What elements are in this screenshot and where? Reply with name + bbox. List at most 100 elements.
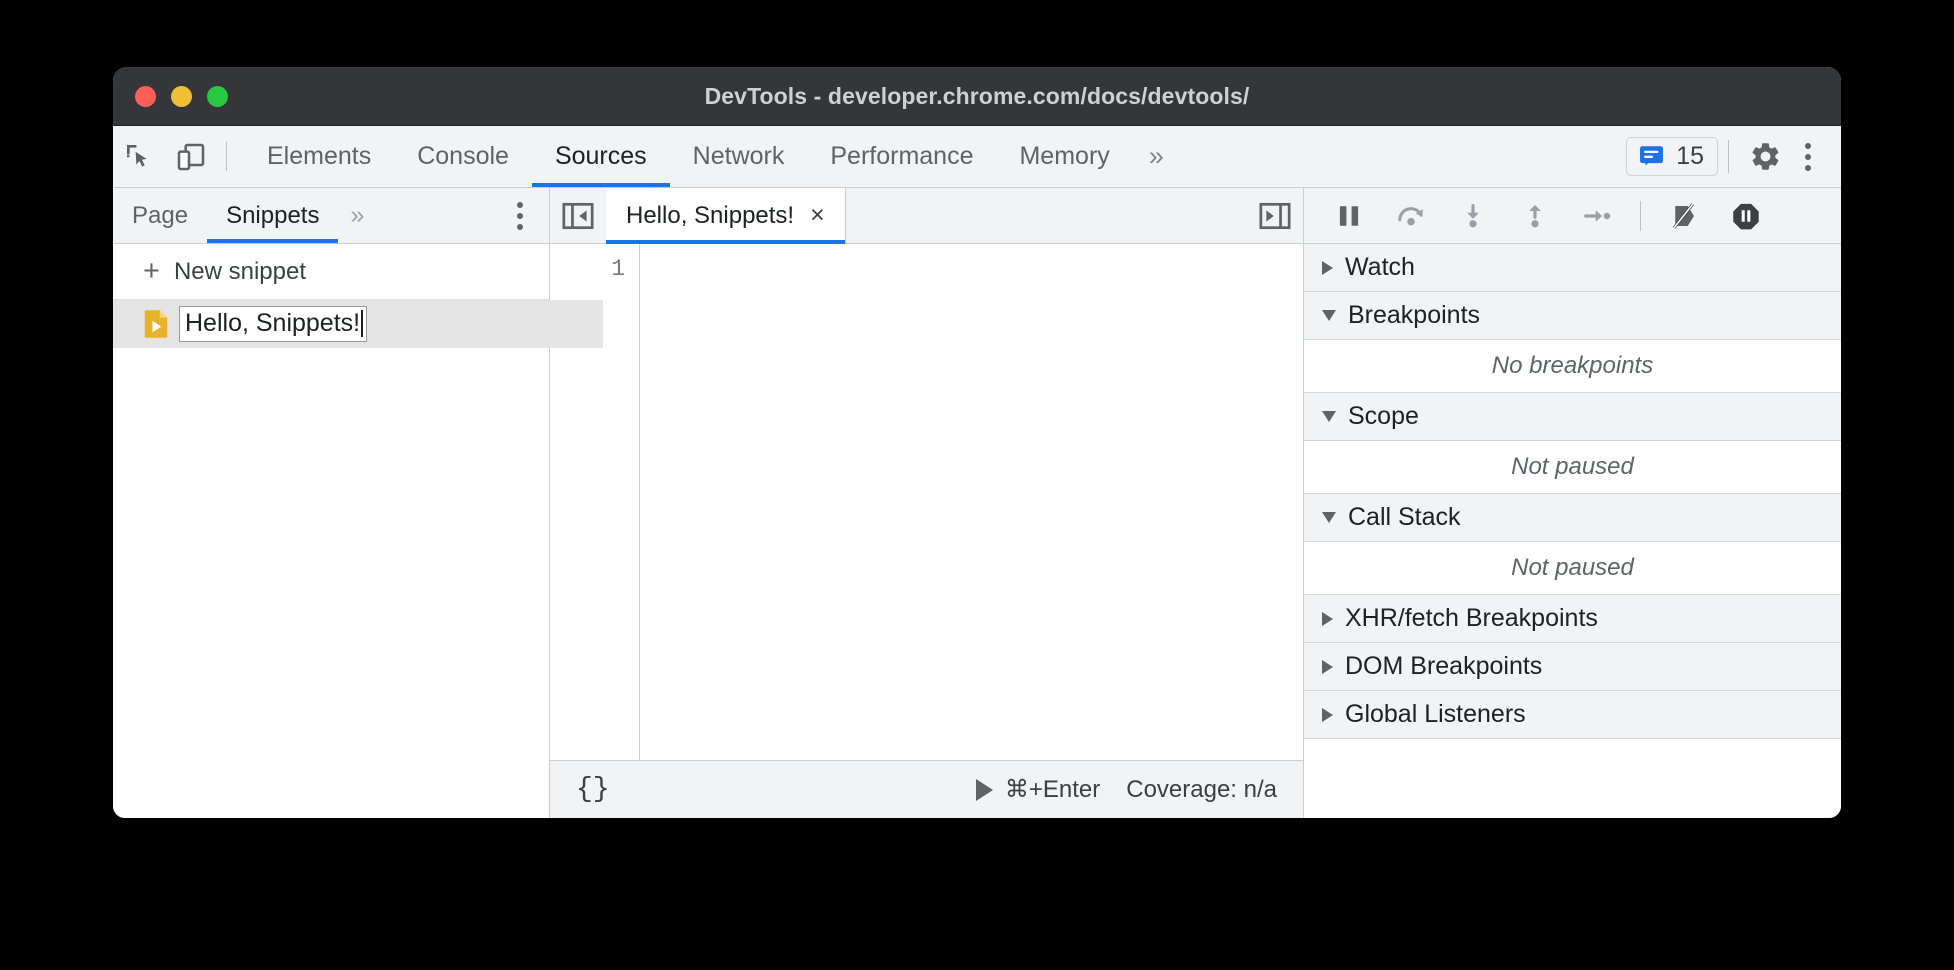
- navigator-tab-snippets-label: Snippets: [226, 202, 319, 230]
- section-scope-label: Scope: [1348, 402, 1419, 431]
- chevron-down-icon: [1322, 310, 1336, 321]
- navigator-tab-page[interactable]: Page: [113, 188, 207, 243]
- traffic-lights: [135, 86, 228, 107]
- play-icon: [976, 779, 993, 801]
- section-dom-breakpoints[interactable]: DOM Breakpoints: [1304, 643, 1841, 691]
- more-tabs-label: »: [1149, 141, 1164, 172]
- navigator-menu-group: [503, 188, 549, 243]
- debugger-toolbar-divider: [1640, 201, 1641, 231]
- three-dot-vertical-icon[interactable]: [503, 202, 537, 230]
- tab-network[interactable]: Network: [670, 126, 808, 187]
- window-title: DevTools - developer.chrome.com/docs/dev…: [113, 83, 1841, 110]
- close-window-button[interactable]: [135, 86, 156, 107]
- step-into-icon[interactable]: [1446, 189, 1500, 243]
- step-out-icon[interactable]: [1508, 189, 1562, 243]
- navigator-tab-page-label: Page: [132, 202, 188, 230]
- inspect-cursor-icon[interactable]: [113, 126, 165, 187]
- section-call-stack[interactable]: Call Stack: [1304, 494, 1841, 542]
- toolbar-divider: [226, 142, 227, 171]
- tab-console-label: Console: [417, 142, 509, 171]
- breakpoints-empty-message: No breakpoints: [1304, 340, 1841, 393]
- sources-editor-pane: Hello, Snippets! × 1: [550, 188, 1304, 818]
- code-editor[interactable]: 1: [550, 244, 1303, 760]
- section-watch-label: Watch: [1345, 253, 1415, 282]
- show-navigator-icon[interactable]: [550, 188, 606, 243]
- statusbar-right-group: ⌘+Enter Coverage: n/a: [976, 775, 1277, 804]
- three-dot-vertical-icon[interactable]: [1791, 143, 1825, 171]
- navigator-tab-snippets[interactable]: Snippets: [207, 188, 338, 243]
- step-icon[interactable]: [1570, 189, 1624, 243]
- toolbar-right-divider: [1728, 140, 1729, 173]
- devtools-body: Page Snippets » + New snippet: [113, 188, 1841, 818]
- debugger-sidebar: Watch Breakpoints No breakpoints Scope N…: [1304, 188, 1841, 818]
- close-icon[interactable]: ×: [810, 203, 825, 228]
- section-breakpoints-label: Breakpoints: [1348, 301, 1480, 330]
- devtools-main-toolbar: Elements Console Sources Network Perform…: [113, 126, 1841, 188]
- new-snippet-button[interactable]: + New snippet: [113, 244, 549, 300]
- tab-elements-label: Elements: [267, 142, 371, 171]
- line-number: 1: [550, 256, 625, 282]
- section-dom-breakpoints-label: DOM Breakpoints: [1345, 652, 1542, 681]
- section-xhr-fetch-breakpoints-label: XHR/fetch Breakpoints: [1345, 604, 1598, 633]
- tab-sources[interactable]: Sources: [532, 126, 670, 187]
- window-titlebar: DevTools - developer.chrome.com/docs/dev…: [113, 67, 1841, 126]
- run-shortcut-label: ⌘+Enter: [1005, 775, 1100, 804]
- issues-badge[interactable]: 15: [1626, 137, 1718, 176]
- navigator-tabbar: Page Snippets »: [113, 188, 549, 244]
- tab-elements[interactable]: Elements: [244, 126, 394, 187]
- debugger-toolbar: [1304, 188, 1841, 244]
- run-snippet-button[interactable]: ⌘+Enter: [976, 775, 1100, 804]
- navigator-more-tabs-label: »: [350, 201, 364, 230]
- editor-statusbar: {} ⌘+Enter Coverage: n/a: [550, 760, 1303, 818]
- more-tabs-chevron-icon[interactable]: »: [1133, 126, 1180, 187]
- pause-icon[interactable]: [1322, 189, 1376, 243]
- section-call-stack-label: Call Stack: [1348, 503, 1461, 532]
- editor-tabbar-spacer: [846, 188, 1247, 243]
- snippet-rename-input[interactable]: Hello, Snippets!: [179, 306, 367, 342]
- step-over-icon[interactable]: [1384, 189, 1438, 243]
- tab-memory-label: Memory: [1019, 142, 1109, 171]
- section-breakpoints[interactable]: Breakpoints: [1304, 292, 1841, 340]
- show-debugger-icon[interactable]: [1247, 188, 1303, 243]
- editor-tab-hello-snippets[interactable]: Hello, Snippets! ×: [606, 188, 846, 243]
- chevron-right-icon: [1322, 708, 1333, 722]
- tab-sources-label: Sources: [555, 142, 647, 171]
- deactivate-breakpoints-icon[interactable]: [1657, 189, 1711, 243]
- section-watch[interactable]: Watch: [1304, 244, 1841, 292]
- snippet-script-icon: [143, 309, 169, 339]
- pause-on-exceptions-icon[interactable]: [1719, 189, 1773, 243]
- section-scope[interactable]: Scope: [1304, 393, 1841, 441]
- chevron-down-icon: [1322, 512, 1336, 523]
- devtools-window: DevTools - developer.chrome.com/docs/dev…: [113, 67, 1841, 818]
- debugger-sections: Watch Breakpoints No breakpoints Scope N…: [1304, 244, 1841, 818]
- tab-memory[interactable]: Memory: [996, 126, 1132, 187]
- section-global-listeners-label: Global Listeners: [1345, 700, 1526, 729]
- device-toolbar-icon[interactable]: [165, 126, 217, 187]
- panel-tab-list: Elements Console Sources Network Perform…: [244, 126, 1180, 187]
- navigator-more-tabs-chevron-icon[interactable]: »: [338, 188, 376, 243]
- editor-tabbar: Hello, Snippets! ×: [550, 188, 1303, 244]
- pretty-print-button[interactable]: {}: [576, 774, 610, 805]
- call-stack-empty-message: Not paused: [1304, 542, 1841, 595]
- tab-performance-label: Performance: [830, 142, 973, 171]
- issues-count: 15: [1676, 142, 1704, 171]
- toolbar-right-group: 15: [1626, 126, 1841, 187]
- tab-network-label: Network: [693, 142, 785, 171]
- gear-icon[interactable]: [1739, 140, 1791, 173]
- coverage-status: Coverage: n/a: [1126, 776, 1277, 804]
- code-content[interactable]: [640, 244, 1303, 760]
- plus-icon: +: [143, 257, 160, 286]
- maximize-window-button[interactable]: [207, 86, 228, 107]
- message-badge-icon: [1637, 142, 1666, 171]
- chevron-right-icon: [1322, 261, 1333, 275]
- sources-navigator-pane: Page Snippets » + New snippet: [113, 188, 550, 818]
- section-global-listeners[interactable]: Global Listeners: [1304, 691, 1841, 739]
- chevron-right-icon: [1322, 660, 1333, 674]
- tab-performance[interactable]: Performance: [807, 126, 996, 187]
- snippet-list-item[interactable]: Hello, Snippets!: [113, 300, 603, 348]
- scope-empty-message: Not paused: [1304, 441, 1841, 494]
- new-snippet-label: New snippet: [174, 258, 306, 286]
- minimize-window-button[interactable]: [171, 86, 192, 107]
- section-xhr-fetch-breakpoints[interactable]: XHR/fetch Breakpoints: [1304, 595, 1841, 643]
- tab-console[interactable]: Console: [394, 126, 532, 187]
